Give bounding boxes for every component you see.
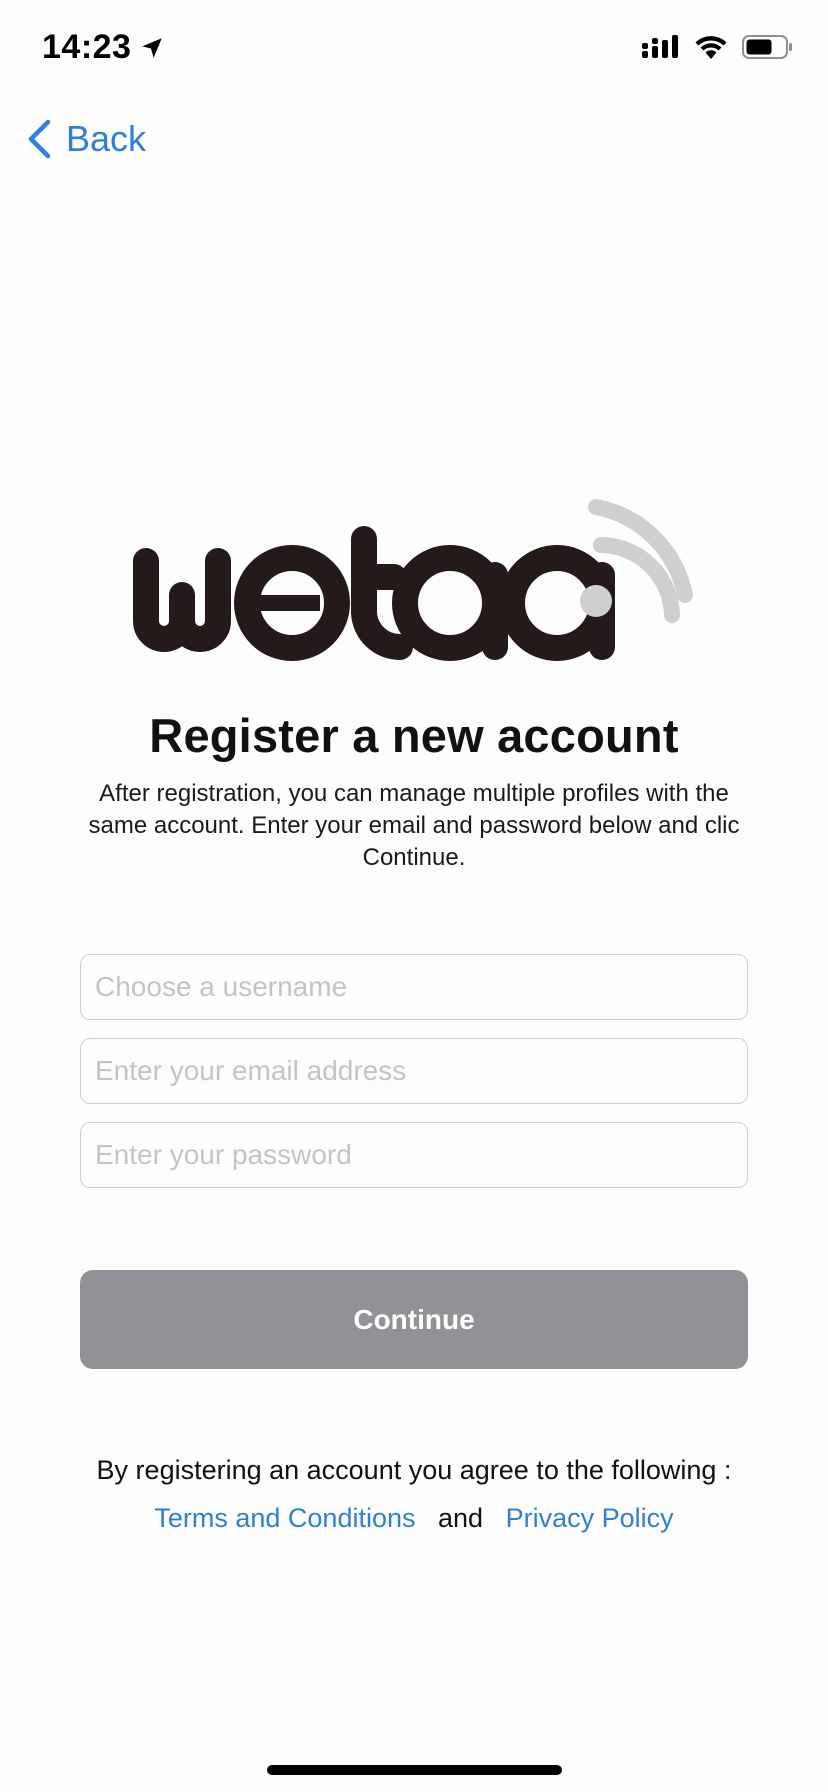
password-input[interactable] (81, 1123, 747, 1187)
continue-label: Continue (353, 1303, 475, 1335)
legal-links: Terms and Conditions and Privacy Policy (0, 1503, 828, 1534)
back-label: Back (66, 118, 147, 159)
page-title: Register a new account (149, 709, 679, 762)
wetaap-logo (132, 495, 712, 680)
location-arrow-icon (142, 37, 163, 58)
privacy-link[interactable]: Privacy Policy (506, 1503, 674, 1533)
password-field[interactable] (80, 1122, 748, 1188)
and-text: and (438, 1503, 484, 1533)
agreement-text: By registering an account you agree to t… (96, 1455, 732, 1485)
email-field[interactable] (80, 1038, 748, 1104)
back-button[interactable]: Back (26, 118, 146, 160)
wifi-icon (695, 36, 727, 59)
continue-button[interactable]: Continue (80, 1270, 748, 1369)
status-time-text: 14:23 (42, 28, 132, 66)
status-bar-icons (642, 34, 794, 60)
username-input[interactable] (81, 955, 747, 1019)
battery-icon (742, 35, 792, 59)
chevron-left-icon (28, 119, 51, 159)
page-subtitle: After registration, you can manage multi… (88, 780, 740, 871)
status-bar-time: 14:23 (42, 28, 165, 67)
terms-link[interactable]: Terms and Conditions (154, 1503, 415, 1533)
email-input[interactable] (81, 1039, 747, 1103)
cellular-signal-icon (642, 35, 678, 58)
username-field[interactable] (80, 954, 748, 1020)
home-indicator[interactable] (267, 1765, 562, 1775)
